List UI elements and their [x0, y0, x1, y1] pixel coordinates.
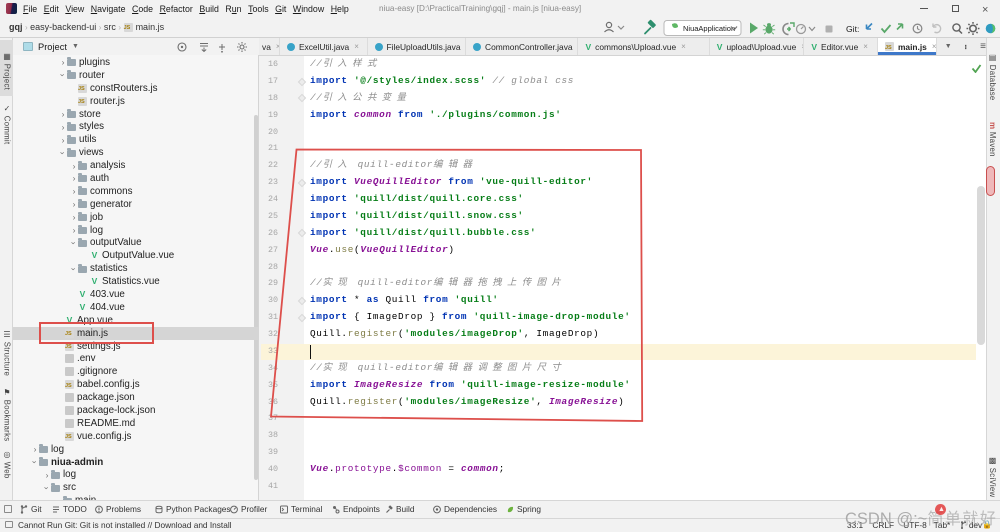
svg-text:Git:: Git: [846, 24, 859, 34]
svg-text:NiuaApplication: NiuaApplication [683, 24, 735, 33]
